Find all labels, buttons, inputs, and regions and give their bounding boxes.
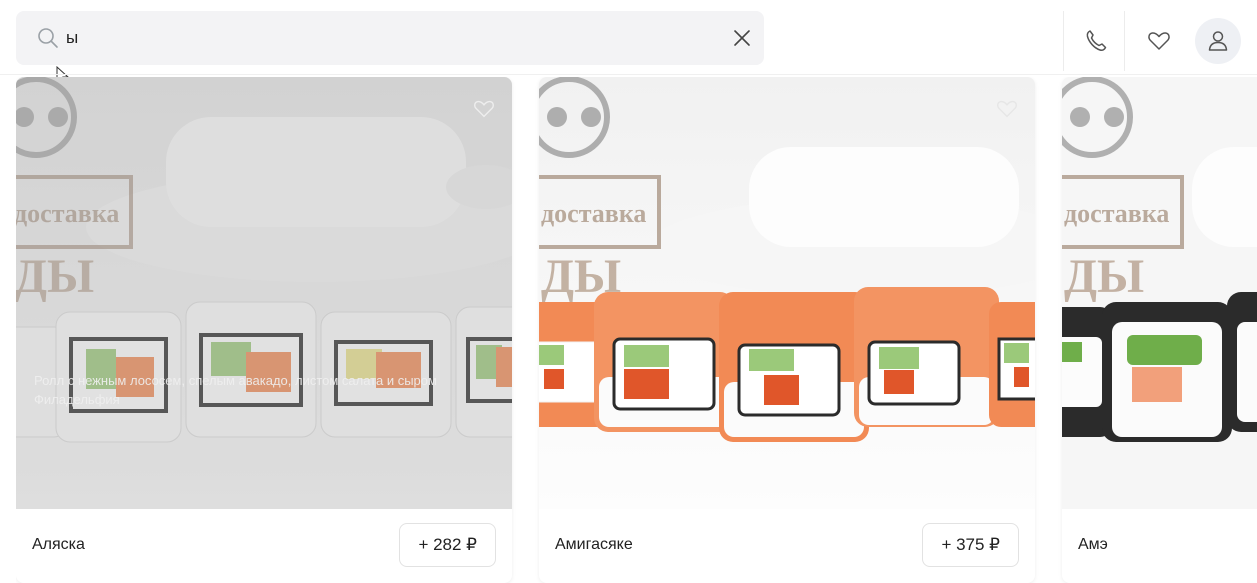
close-icon[interactable] <box>730 26 754 50</box>
header-divider <box>1124 11 1125 71</box>
search-input[interactable] <box>66 23 706 53</box>
watermark-text: ДЫ <box>1064 250 1144 303</box>
header-divider <box>1063 11 1064 71</box>
product-photo: доставка ДЫ <box>539 77 1035 509</box>
product-name: Амигасяке <box>555 536 633 553</box>
favorites-button[interactable] <box>1137 19 1181 63</box>
watermark-text: доставка <box>541 199 646 228</box>
heart-icon[interactable] <box>472 97 496 121</box>
product-photo: доставка ДЫ <box>1062 77 1257 509</box>
add-to-cart-button[interactable]: + 282 ₽ <box>399 523 496 567</box>
product-card[interactable]: доставка ДЫ <box>539 77 1035 583</box>
user-icon <box>1208 31 1228 51</box>
profile-button[interactable] <box>1195 18 1241 64</box>
roll-image: доставка ДЫ <box>1062 77 1257 509</box>
phone-icon <box>1086 30 1107 51</box>
phone-button[interactable] <box>1074 19 1118 63</box>
hover-overlay <box>16 77 512 509</box>
roll-image: доставка ДЫ <box>539 77 1035 509</box>
product-photo: доставка ДЫ <box>16 77 512 509</box>
search-bar[interactable] <box>16 11 764 65</box>
search-icon <box>38 28 58 48</box>
product-card[interactable]: доставка ДЫ Амэ <box>1062 77 1257 583</box>
watermark-text: доставка <box>1064 199 1169 228</box>
product-card[interactable]: доставка ДЫ <box>16 77 512 583</box>
product-grid: доставка ДЫ Ролл с нежным лососем, спелы… <box>16 77 1257 583</box>
header-separator <box>0 74 1257 75</box>
add-to-cart-button[interactable]: + 375 ₽ <box>922 523 1019 567</box>
heart-icon[interactable] <box>995 97 1019 121</box>
product-description: Ролл с нежным лососем, спелым авакадо, л… <box>34 373 437 407</box>
product-name: Амэ <box>1078 536 1108 553</box>
product-name: Аляска <box>32 536 85 553</box>
heart-icon <box>1148 32 1170 50</box>
